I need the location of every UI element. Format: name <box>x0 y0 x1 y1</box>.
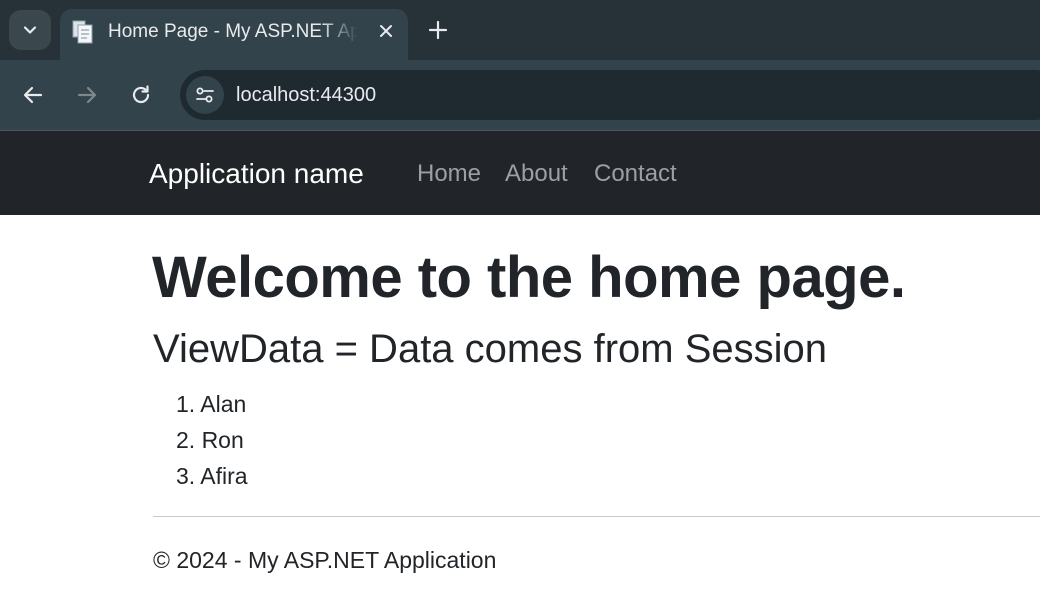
site-info-button[interactable] <box>186 76 224 114</box>
tab-close-button[interactable] <box>374 19 398 43</box>
navbar-brand[interactable]: Application name <box>149 158 364 190</box>
tune-icon <box>196 87 214 103</box>
footer-divider <box>153 516 1040 517</box>
document-favicon-icon <box>72 20 93 44</box>
url-text[interactable]: localhost:44300 <box>236 84 376 106</box>
list-item: 1. Alan <box>176 391 247 417</box>
new-tab-button[interactable] <box>424 14 452 46</box>
page-title: Welcome to the home page. <box>152 245 906 310</box>
list-item: 3. Afira <box>176 463 248 489</box>
nav-link-home[interactable]: Home <box>417 160 481 188</box>
forward-button[interactable] <box>69 77 105 113</box>
back-button[interactable] <box>15 77 51 113</box>
reload-icon <box>132 85 150 104</box>
close-icon <box>380 25 392 37</box>
nav-link-contact[interactable]: Contact <box>594 160 677 188</box>
chevron-down-icon <box>23 26 37 34</box>
page-subtitle: ViewData = Data comes from Session <box>153 327 828 371</box>
arrow-left-icon <box>23 86 43 104</box>
plus-icon <box>428 20 448 40</box>
browser-tab-strip: Home Page - My ASP.NET Application <box>0 0 1040 60</box>
footer-text: © 2024 - My ASP.NET Application <box>153 547 497 573</box>
tab-title: Home Page - My ASP.NET Application <box>108 21 358 42</box>
reload-button[interactable] <box>123 77 159 113</box>
site-navbar: Application name Home About Contact <box>0 131 1040 215</box>
browser-tab-active[interactable]: Home Page - My ASP.NET Application <box>60 9 408 60</box>
name-list: 1. Alan 2. Ron 3. Afira <box>176 386 248 494</box>
arrow-right-icon <box>77 86 97 104</box>
address-bar[interactable]: localhost:44300 <box>180 70 1040 120</box>
nav-link-about[interactable]: About <box>505 160 568 188</box>
browser-toolbar: localhost:44300 <box>0 60 1040 130</box>
list-item: 2. Ron <box>176 427 244 453</box>
tab-search-button[interactable] <box>9 10 51 50</box>
